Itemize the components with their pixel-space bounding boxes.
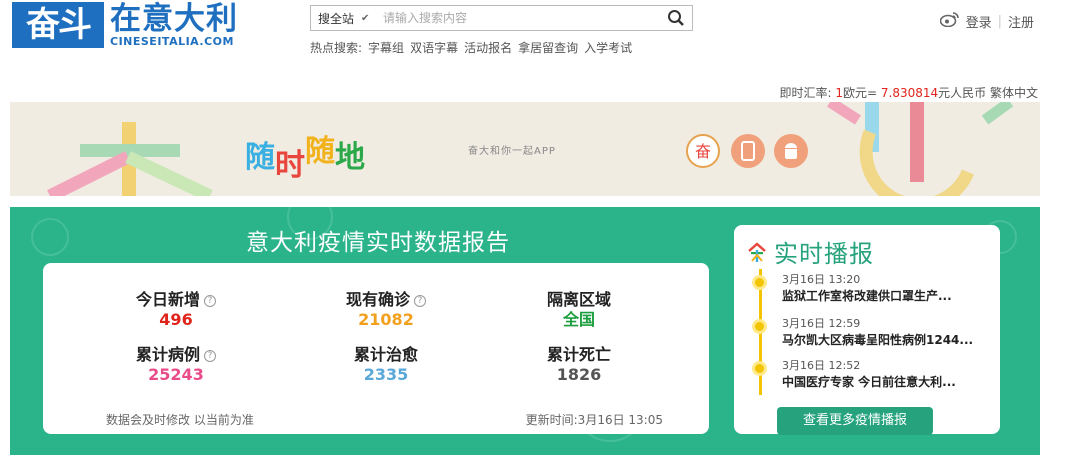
news-headline[interactable]: 中国医疗专家 今日前往意大利...	[782, 373, 992, 391]
data-note: 数据会及时修改 以当前为准	[106, 413, 254, 427]
stat-total-recovered: 累计治愈 2335	[306, 345, 466, 385]
news-headline[interactable]: 马尔凯大区病毒呈阳性病例1244...	[782, 331, 992, 349]
weibo-icon[interactable]	[939, 11, 960, 31]
stat-value: 2335	[363, 365, 409, 384]
stat-value: 全国	[562, 310, 595, 329]
rate-to-unit: 元人民币	[938, 86, 987, 100]
stat-label: 今日新增?	[96, 290, 256, 310]
stat-label: 累计治愈	[353, 345, 418, 364]
live-news-panel: 实时播报 3月16日 13:20 监狱工作室将改建供口罩生产... 3月16日 …	[734, 225, 1000, 435]
stat-value: 25243	[148, 365, 204, 384]
stat-value: 496	[159, 310, 193, 329]
register-link[interactable]: 注册	[1008, 12, 1034, 31]
slogan-part: 地	[335, 140, 365, 175]
stat-quarantine-area: 隔离区域 全国	[499, 290, 659, 330]
help-icon[interactable]: ?	[204, 350, 216, 362]
hot-searches: 热点搜索: 字幕组 双语字幕 活动报名 拿居留查询 入学考试	[310, 39, 632, 56]
search-scope-select[interactable]: 搜全站	[311, 10, 361, 27]
stat-value: 21082	[358, 310, 414, 329]
search-bar: 搜全站 ✔	[310, 5, 693, 31]
timeline-dot	[752, 275, 767, 290]
logo-mark: 奋斗	[12, 2, 104, 48]
rate-label: 即时汇率:	[779, 86, 832, 100]
stat-today-new: 今日新增? 496	[96, 290, 256, 330]
logo-text-group: 在意大利 CINESEITALIA.COM	[110, 2, 238, 48]
live-title: 实时播报	[774, 240, 874, 268]
phone-icon[interactable]	[731, 134, 765, 168]
rate-from: 1	[835, 86, 843, 100]
stat-label: 现有确诊?	[306, 290, 466, 310]
rate-to: 7.830814	[880, 86, 939, 100]
login-link[interactable]: 登录	[966, 12, 992, 31]
search-input[interactable]	[383, 7, 660, 29]
news-time: 3月16日 12:59	[782, 317, 861, 330]
app-logo-icon[interactable]: 奋	[686, 134, 720, 168]
slogan-part: 时	[275, 148, 305, 183]
news-item[interactable]: 3月16日 12:59 马尔凯大区病毒呈阳性病例1244...	[752, 317, 992, 349]
help-icon[interactable]: ?	[204, 295, 216, 307]
hot-search-link[interactable]: 活动报名	[464, 39, 512, 56]
svg-text:奋: 奋	[695, 142, 711, 161]
exchange-rate: 即时汇率: 1欧元= 7.830814元人民币 繁体中文	[779, 84, 1038, 101]
app-banner[interactable]: 随时随地 奋大和你一起APP 奋	[10, 102, 1040, 196]
epidemic-report: 意大利疫情实时数据报告 今日新增? 496 现有确诊? 21082 隔离区域 全…	[10, 207, 1040, 455]
stat-current-confirmed: 现有确诊? 21082	[306, 290, 466, 330]
banner-slogan: 随时随地	[245, 132, 365, 183]
stat-label: 隔离区域	[546, 290, 611, 309]
timeline-dot	[752, 361, 767, 376]
divider: |	[997, 13, 1002, 29]
hot-search-label: 热点搜索:	[310, 41, 363, 55]
stat-total-deaths: 累计死亡 1826	[499, 345, 659, 385]
slogan-part: 随	[245, 140, 275, 175]
more-news-button[interactable]: 查看更多疫情播报	[777, 407, 933, 435]
hot-search-link[interactable]: 字幕组	[368, 39, 404, 56]
stat-label: 累计死亡	[546, 345, 611, 364]
traditional-chinese-link[interactable]: 繁体中文	[990, 86, 1038, 100]
news-time: 3月16日 12:52	[782, 359, 861, 372]
hot-search-link[interactable]: 拿居留查询	[518, 39, 578, 56]
slogan-part: 随	[305, 134, 335, 169]
update-time: 更新时间:3月16日 13:05	[525, 413, 663, 427]
hot-search-link[interactable]: 双语字幕	[410, 39, 458, 56]
site-logo[interactable]: 奋斗 在意大利 CINESEITALIA.COM	[12, 2, 238, 48]
chevron-down-icon[interactable]: ✔	[361, 13, 383, 24]
live-header: 实时播报	[746, 234, 874, 269]
search-icon[interactable]	[660, 6, 692, 30]
user-links: 登录 | 注册	[939, 11, 1034, 31]
logo-chinese-text: 在意大利	[110, 1, 238, 37]
hot-search-link[interactable]: 入学考试	[584, 39, 632, 56]
stats-card: 今日新增? 496 现有确诊? 21082 隔离区域 全国 累计病例? 2524…	[43, 263, 709, 434]
news-headline[interactable]: 监狱工作室将改建供口罩生产...	[782, 287, 992, 305]
news-item[interactable]: 3月16日 13:20 监狱工作室将改建供口罩生产...	[752, 273, 992, 305]
android-icon[interactable]	[774, 134, 808, 168]
stat-total-cases: 累计病例? 25243	[96, 345, 256, 385]
news-time: 3月16日 13:20	[782, 273, 861, 286]
rate-from-unit: 欧元=	[842, 86, 878, 100]
news-item[interactable]: 3月16日 12:52 中国医疗专家 今日前往意大利...	[752, 359, 992, 391]
timeline-dot	[752, 319, 767, 334]
stat-label: 累计病例?	[96, 345, 256, 365]
banner-subtitle: 奋大和你一起APP	[468, 146, 556, 157]
page: 奋斗 在意大利 CINESEITALIA.COM 搜全站 ✔ 热点搜索: 字幕组…	[0, 0, 1080, 455]
stat-value: 1826	[556, 365, 602, 384]
report-title: 意大利疫情实时数据报告	[246, 230, 510, 256]
help-icon[interactable]: ?	[414, 295, 426, 307]
app-logo-icon	[748, 241, 766, 262]
logo-domain-text: CINESEITALIA.COM	[110, 35, 234, 48]
